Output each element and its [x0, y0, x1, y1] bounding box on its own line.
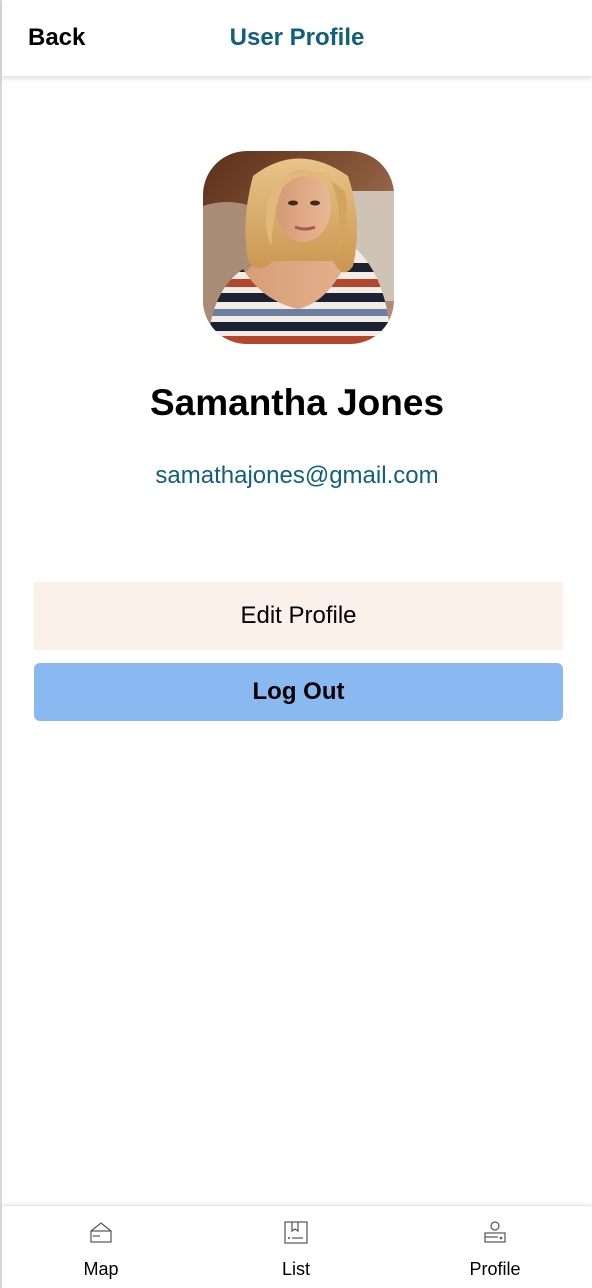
tab-label: Map	[83, 1259, 119, 1279]
tab-label: List	[281, 1259, 310, 1279]
bottom-tab-bar: Map List Profile	[2, 1205, 592, 1288]
profile-icon	[483, 1220, 507, 1246]
map-icon	[89, 1220, 113, 1246]
log-out-button[interactable]: Log Out	[34, 663, 563, 721]
profile-screen: Back User Profile Samantha Jones samatha…	[0, 0, 592, 1288]
header-bar: Back User Profile	[2, 0, 592, 77]
tab-label: Profile	[469, 1259, 521, 1279]
user-email: samathajones@gmail.com	[155, 462, 439, 489]
edit-profile-button[interactable]: Edit Profile	[34, 582, 563, 650]
user-name: Samantha Jones	[149, 382, 445, 423]
tab-map[interactable]: Map	[41, 1206, 161, 1288]
tab-list[interactable]: List	[236, 1206, 356, 1288]
avatar	[203, 151, 394, 344]
list-icon	[284, 1220, 308, 1246]
page-title: User Profile	[229, 24, 365, 51]
tab-profile[interactable]: Profile	[435, 1206, 555, 1288]
